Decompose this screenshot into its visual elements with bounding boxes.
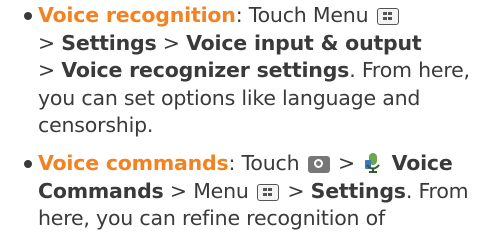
arrow-separator: > [281,178,311,203]
arrow-separator: > [156,30,187,55]
separator: : [228,150,242,175]
voice-recognizer-settings-label: Voice recognizer settings [61,58,350,83]
arrow-separator: > [331,150,362,175]
list-item-voice-recognition: Voice recognition: Touch Menu > Settings… [24,2,487,140]
bullet [24,159,32,168]
settings-label: Settings [61,30,157,55]
settings-label: Settings [310,178,406,203]
menu-key-icon [376,8,399,25]
voice-input-output-label: Voice input & output [186,30,422,55]
text: Touch [241,150,300,175]
separator: : [235,3,249,27]
arrow-separator: > [163,178,194,203]
bullet [24,12,32,20]
voice-commands-app-icon [363,152,383,174]
menu-text: Menu [193,178,249,203]
text: Touch Menu [248,3,369,27]
term-voice-recognition: Voice recognition [38,3,236,27]
list-item-voice-commands: Voice commands: Touch > Voice Commands >… [24,150,487,233]
arrow-separator: > [38,30,62,55]
menu-key-icon [257,183,280,201]
arrow-separator: > [38,58,62,83]
search-key-icon [307,155,330,173]
term-voice-commands: Voice commands [38,150,229,175]
